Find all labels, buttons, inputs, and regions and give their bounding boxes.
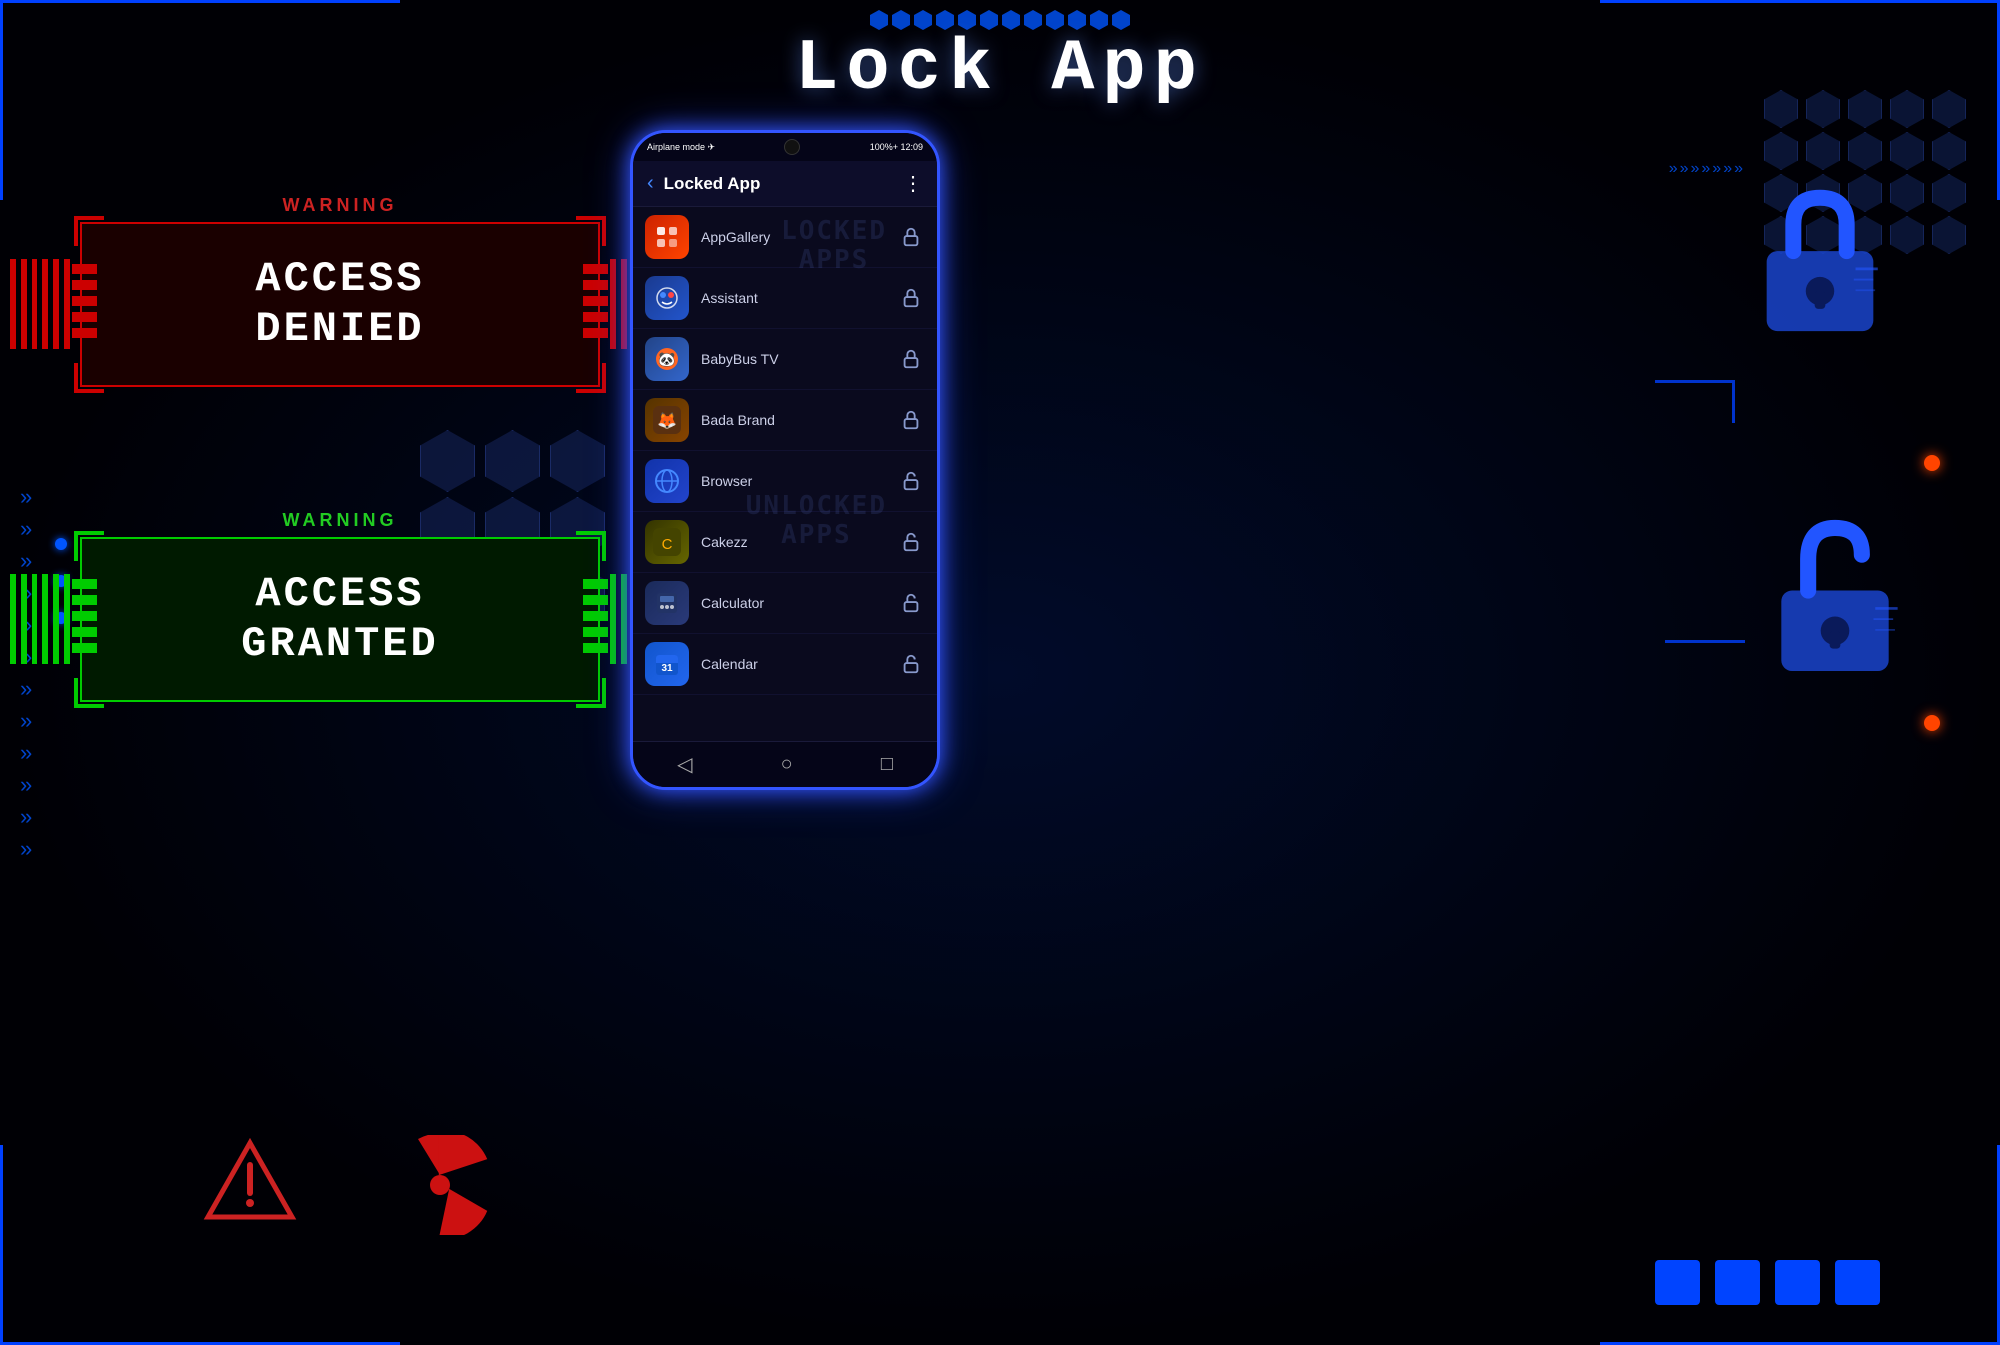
bottom-square-2 (1715, 1260, 1760, 1305)
app-name-calendar: Calendar (701, 656, 897, 672)
app-name-cakezz: Cakezz (701, 534, 897, 550)
granted-left-stripes (10, 574, 70, 664)
bracket-tl (74, 216, 104, 246)
app-name-browser: Browser (701, 473, 897, 489)
circuit-line-right-3 (1665, 640, 1745, 643)
back-button[interactable]: ‹ (647, 172, 654, 195)
list-item[interactable]: 🦊 Bada Brand (633, 390, 937, 451)
access-denied-box: ACCESS DENIED (80, 222, 600, 387)
lock-icon-cakezz (897, 528, 925, 556)
list-item[interactable]: Browser (633, 451, 937, 512)
list-item[interactable]: Assistant (633, 268, 937, 329)
app-icon-appgallery (645, 215, 689, 259)
bottom-square-4 (1835, 1260, 1880, 1305)
list-item[interactable]: Calculator (633, 573, 937, 634)
circuit-line-right-2 (1732, 383, 1735, 423)
bottom-square-3 (1775, 1260, 1820, 1305)
app-header-left: ‹ Locked App (647, 172, 760, 195)
lock-icon-browser (897, 467, 925, 495)
status-bar: Airplane mode ✈ 100%+ 12:09 (633, 133, 937, 161)
svg-text:🦊: 🦊 (657, 412, 677, 430)
circuit-line-right-1 (1655, 380, 1735, 383)
warning-triangle-icon (200, 1135, 300, 1225)
access-granted-text: ACCESS GRANTED (241, 569, 438, 670)
lock-icon-bada (897, 406, 925, 434)
lock-icon-calculator (897, 589, 925, 617)
svg-text:🐼: 🐼 (658, 351, 676, 367)
camera-dot (784, 139, 800, 155)
list-item[interactable]: AppGallery (633, 207, 937, 268)
warning-denied-label: WARNING (80, 195, 600, 216)
bracket-br-g (576, 678, 606, 708)
status-right: 100%+ 12:09 (870, 142, 923, 152)
app-icon-browser (645, 459, 689, 503)
phone-mockup: Airplane mode ✈ 100%+ 12:09 ‹ Locked App… (630, 130, 940, 790)
app-icon-calendar: 31 (645, 642, 689, 686)
app-name-bada: Bada Brand (701, 412, 897, 428)
more-options-button[interactable]: ⋮ (903, 171, 923, 196)
bracket-tr-g (576, 531, 606, 561)
bracket-bl-g (74, 678, 104, 708)
right-dot-2 (1924, 715, 1940, 731)
warning-granted-label: WARNING (80, 510, 600, 531)
bracket-tr (576, 216, 606, 246)
svg-text:C: C (662, 536, 673, 553)
unlocked-lock-icon (1750, 510, 1920, 685)
app-icon-assistant (645, 276, 689, 320)
bracket-bl (74, 363, 104, 393)
svg-text:31: 31 (661, 663, 673, 674)
phone-frame: Airplane mode ✈ 100%+ 12:09 ‹ Locked App… (630, 130, 940, 790)
corner-decoration-br (1600, 1145, 2000, 1345)
lock-icon-appgallery (897, 223, 925, 251)
bracket-br (576, 363, 606, 393)
access-granted-box: ACCESS GRANTED (80, 537, 600, 702)
app-name-assistant: Assistant (701, 290, 897, 306)
access-denied-container: WARNING ACCESS DENIED (80, 195, 600, 387)
lock-icon-assistant (897, 284, 925, 312)
nav-bar: ◁ ○ □ (633, 741, 937, 787)
lock-icon-calendar (897, 650, 925, 678)
app-icon-babybus: 🐼 (645, 337, 689, 381)
bottom-square-1 (1655, 1260, 1700, 1305)
app-name-calculator: Calculator (701, 595, 897, 611)
app-name-babybus: BabyBus TV (701, 351, 897, 367)
locked-lock-icon (1740, 180, 1900, 345)
hex-strip-top (870, 10, 1130, 30)
radiation-icon (390, 1135, 490, 1235)
nav-home-button[interactable]: ○ (781, 753, 793, 776)
list-item[interactable]: C Cakezz UNLOCKEDAPPS (633, 512, 937, 573)
app-list: AppGallery LOCKEDAPPS Assistant (633, 207, 937, 741)
bracket-tl-g (74, 531, 104, 561)
corner-decoration-tl (0, 0, 400, 200)
lock-icon-babybus (897, 345, 925, 373)
status-left: Airplane mode ✈ (647, 142, 715, 153)
nav-recent-button[interactable]: □ (881, 753, 893, 776)
access-denied-text: ACCESS DENIED (255, 254, 424, 355)
page-title: Lock App (795, 28, 1205, 110)
denied-left-stripes (10, 259, 70, 349)
app-icon-bada: 🦊 (645, 398, 689, 442)
list-item[interactable]: 31 Calendar (633, 634, 937, 695)
left-chevrons: »»» »»» »»» »»» (20, 486, 32, 860)
right-chevrons: »»»»»»» (1669, 160, 1745, 178)
list-item[interactable]: 🐼 BabyBus TV (633, 329, 937, 390)
access-granted-container: WARNING ACCESS GRANTED (80, 510, 600, 702)
app-icon-cakezz: C (645, 520, 689, 564)
app-header-title: Locked App (664, 174, 761, 194)
app-icon-calculator (645, 581, 689, 625)
app-name-appgallery: AppGallery (701, 229, 897, 245)
right-dot-1 (1924, 455, 1940, 471)
app-header: ‹ Locked App ⋮ (633, 161, 937, 207)
bottom-squares (1655, 1260, 1880, 1305)
nav-back-button[interactable]: ◁ (677, 752, 692, 777)
